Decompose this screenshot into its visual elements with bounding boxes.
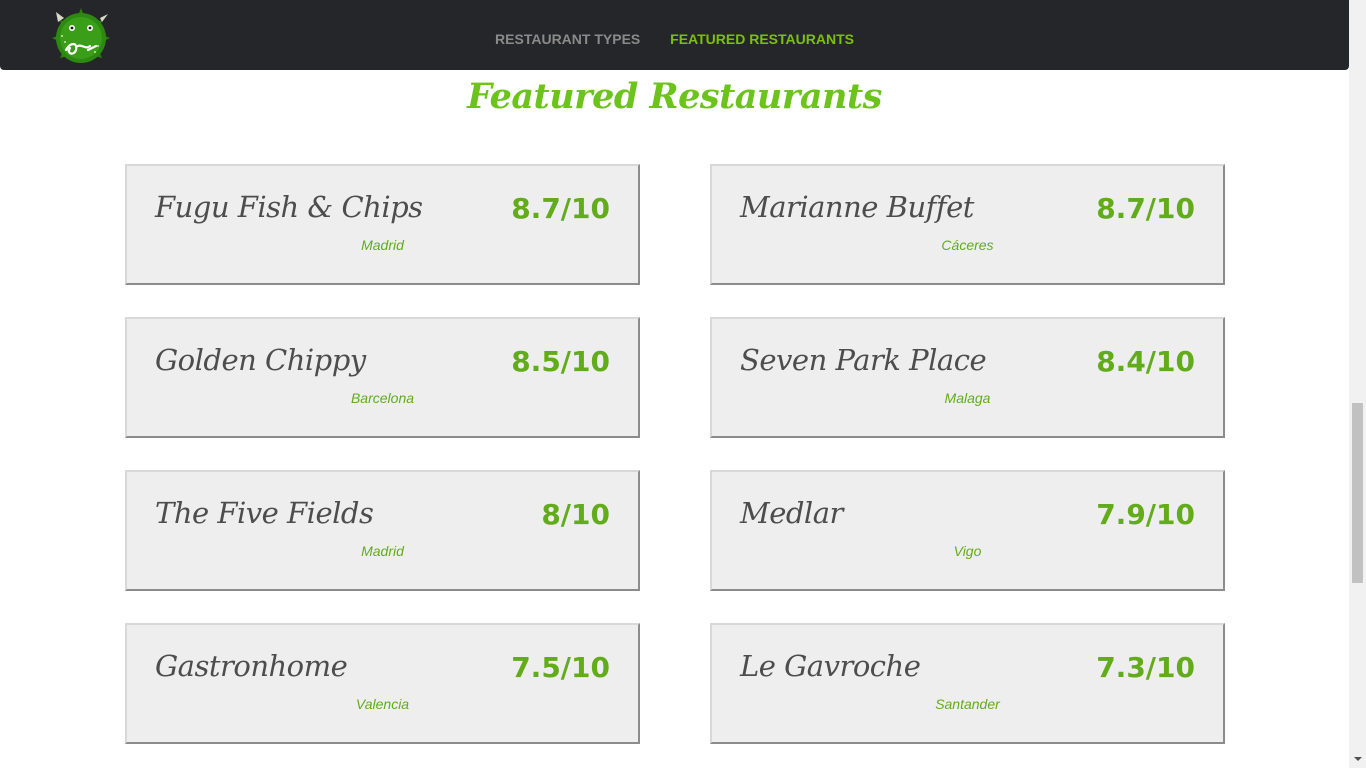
restaurant-city: Cáceres — [941, 237, 994, 253]
restaurant-score: 8.7/10 — [1096, 192, 1195, 225]
page-scrollbar[interactable] — [1349, 0, 1366, 768]
restaurant-city: Valencia — [355, 696, 410, 712]
restaurant-name: Seven Park Place — [740, 343, 987, 377]
nav-restaurant-types[interactable]: RESTAURANT TYPES — [495, 31, 640, 47]
restaurant-city: Malaga — [944, 390, 991, 406]
restaurant-city: Madrid — [361, 237, 404, 253]
restaurant-card[interactable]: Gastronhome 7.5/10 Valencia — [125, 623, 640, 744]
restaurant-card[interactable]: Golden Chippy 8.5/10 Barcelona — [125, 317, 640, 438]
restaurant-card[interactable]: Le Gavroche 7.3/10 Santander — [710, 623, 1225, 744]
restaurant-name: Golden Chippy — [155, 343, 366, 377]
restaurant-card[interactable]: Marianne Buffet 8.7/10 Cáceres — [710, 164, 1225, 285]
scrollbar-thumb[interactable] — [1352, 403, 1363, 583]
restaurant-card[interactable]: The Five Fields 8/10 Madrid — [125, 470, 640, 591]
restaurant-name: The Five Fields — [155, 496, 374, 530]
restaurant-city: Santander — [935, 696, 1000, 712]
restaurant-score: 7.5/10 — [511, 651, 610, 684]
restaurant-name: Le Gavroche — [740, 649, 921, 683]
page-title: Featured Restaurants — [467, 76, 882, 117]
restaurant-name: Gastronhome — [155, 649, 348, 683]
restaurant-card[interactable]: Seven Park Place 8.4/10 Malaga — [710, 317, 1225, 438]
restaurant-name: Fugu Fish & Chips — [155, 190, 423, 224]
scroll-down-arrow-icon[interactable] — [1354, 757, 1362, 761]
top-navbar: RESTAURANT TYPES FEATURED RESTAURANTS — [0, 0, 1349, 70]
restaurant-name: Medlar — [740, 496, 843, 530]
restaurant-card[interactable]: Medlar 7.9/10 Vigo — [710, 470, 1225, 591]
restaurant-card[interactable]: Fugu Fish & Chips 8.7/10 Madrid — [125, 164, 640, 285]
restaurant-name: Marianne Buffet — [740, 190, 974, 224]
restaurant-score: 8.5/10 — [511, 345, 610, 378]
restaurant-city: Vigo — [953, 543, 982, 559]
nav-featured-restaurants[interactable]: FEATURED RESTAURANTS — [670, 31, 854, 47]
restaurant-score: 8/10 — [541, 498, 610, 531]
restaurant-score: 8.4/10 — [1096, 345, 1195, 378]
restaurant-score: 7.3/10 — [1096, 651, 1195, 684]
restaurant-city: Madrid — [361, 543, 404, 559]
restaurant-score: 8.7/10 — [511, 192, 610, 225]
main-nav: RESTAURANT TYPES FEATURED RESTAURANTS — [0, 31, 1349, 47]
restaurant-score: 7.9/10 — [1096, 498, 1195, 531]
restaurant-city: Barcelona — [350, 390, 415, 406]
